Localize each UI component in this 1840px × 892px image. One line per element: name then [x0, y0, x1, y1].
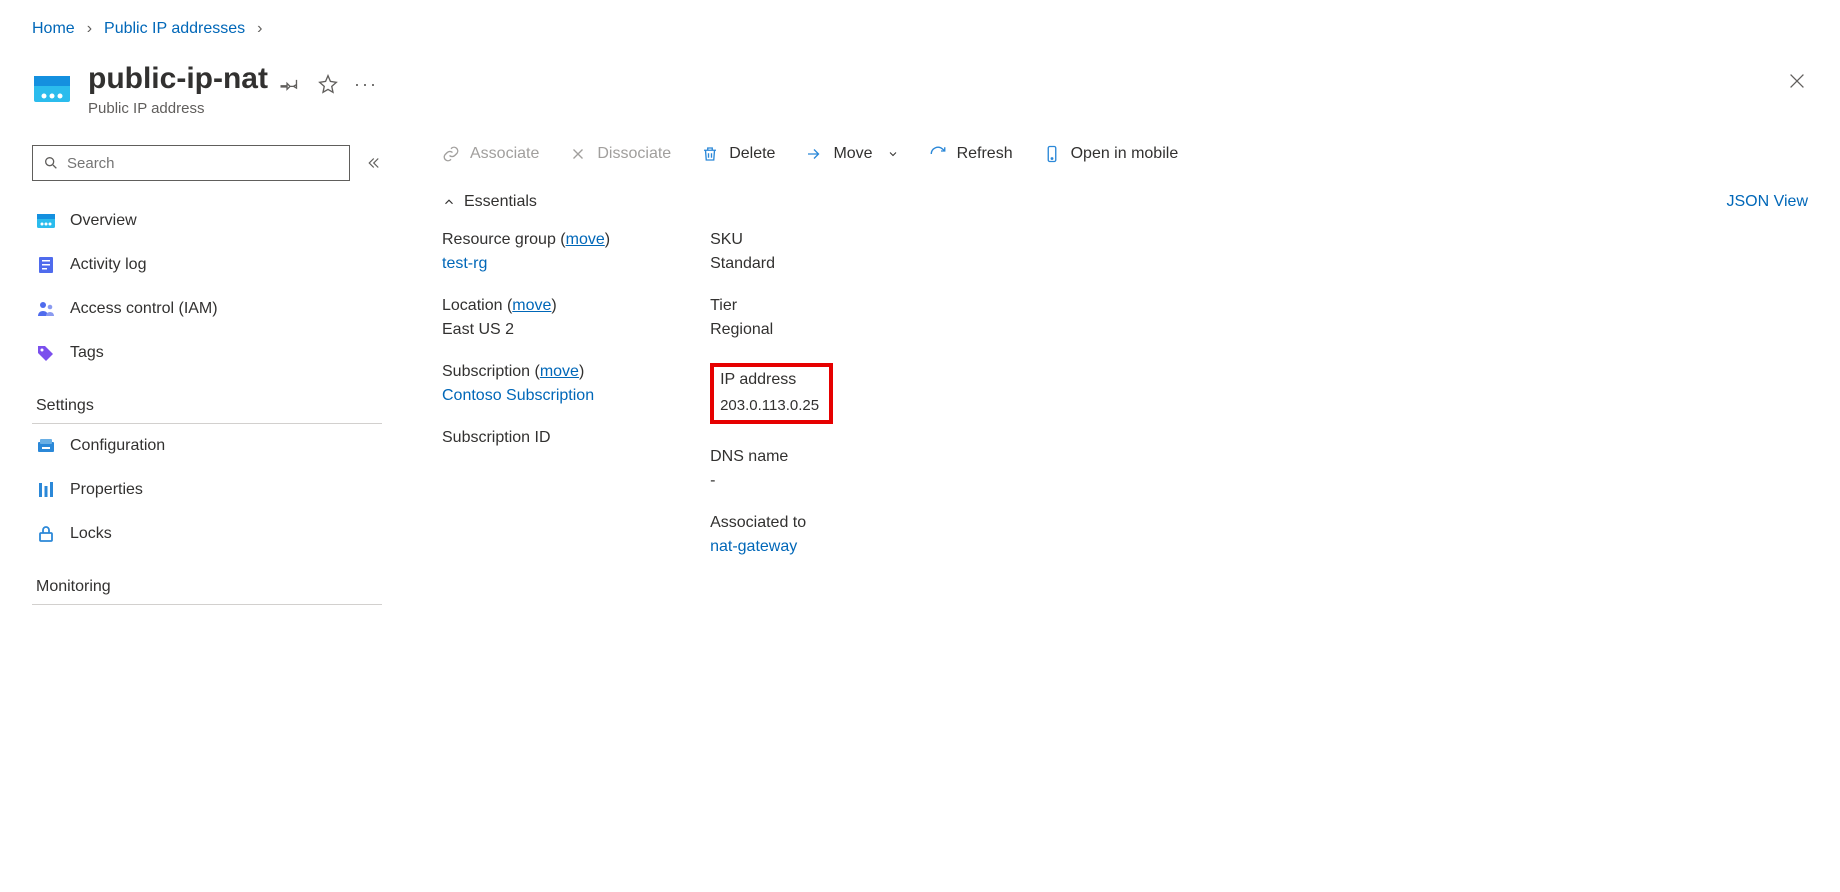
search-icon [43, 155, 59, 171]
breadcrumb: Home › Public IP addresses › [32, 20, 1808, 38]
chevron-up-icon [442, 195, 456, 209]
collapse-sidebar-icon[interactable] [364, 154, 382, 172]
more-icon[interactable]: ··· [356, 74, 376, 94]
sidebar-item-label: Activity log [70, 256, 146, 274]
move-link[interactable]: move [512, 297, 551, 314]
move-link[interactable]: move [540, 363, 579, 380]
refresh-button[interactable]: Refresh [929, 145, 1013, 163]
sidebar: Overview Activity log Access control (IA… [32, 145, 382, 605]
move-button[interactable]: Move [805, 145, 898, 163]
dissociate-button: Dissociate [569, 145, 671, 163]
activity-log-icon [36, 255, 56, 275]
link-icon [442, 145, 460, 163]
close-button[interactable] [1786, 70, 1808, 92]
chevron-right-icon: › [257, 20, 262, 38]
open-mobile-button[interactable]: Open in mobile [1043, 145, 1179, 163]
chevron-right-icon: › [87, 20, 92, 38]
breadcrumb-home[interactable]: Home [32, 20, 75, 38]
pin-icon[interactable] [280, 74, 300, 94]
sidebar-item-label: Overview [70, 212, 137, 230]
search-input[interactable] [67, 155, 339, 172]
field-subscription-id: Subscription ID [442, 429, 610, 447]
star-icon[interactable] [318, 74, 338, 94]
sidebar-item-access-control[interactable]: Access control (IAM) [32, 287, 382, 331]
sidebar-item-label: Tags [70, 344, 104, 362]
json-view-link[interactable]: JSON View [1726, 193, 1808, 211]
sidebar-item-activity-log[interactable]: Activity log [32, 243, 382, 287]
field-ip-address: IP address 203.0.113.0.25 [720, 371, 819, 414]
refresh-icon [929, 145, 947, 163]
sidebar-item-tags[interactable]: Tags [32, 331, 382, 375]
field-location: Location (move) East US 2 [442, 297, 610, 339]
sidebar-section-settings: Settings [32, 385, 382, 424]
command-bar: Associate Dissociate Delete Move Refresh [442, 145, 1808, 163]
locks-icon [36, 524, 56, 544]
configuration-icon [36, 436, 56, 456]
sidebar-item-configuration[interactable]: Configuration [32, 424, 382, 468]
tags-icon [36, 343, 56, 363]
field-dns-name: DNS name - [710, 448, 833, 490]
page-header: public-ip-nat ··· Public IP address [32, 62, 1808, 117]
overview-icon [36, 211, 56, 231]
subscription-link[interactable]: Contoso Subscription [442, 387, 610, 405]
essentials-panel: Resource group (move) test-rg Location (… [442, 231, 1808, 556]
field-tier: Tier Regional [710, 297, 833, 339]
mobile-icon [1043, 145, 1061, 163]
arrow-right-icon [805, 145, 823, 163]
associate-button: Associate [442, 145, 539, 163]
field-sku: SKU Standard [710, 231, 833, 273]
breadcrumb-parent[interactable]: Public IP addresses [104, 20, 245, 38]
resource-group-link[interactable]: test-rg [442, 255, 610, 273]
sidebar-search[interactable] [32, 145, 350, 181]
page-title: public-ip-nat [88, 62, 268, 96]
sidebar-item-overview[interactable]: Overview [32, 199, 382, 243]
move-link[interactable]: move [566, 231, 605, 248]
field-subscription: Subscription (move) Contoso Subscription [442, 363, 610, 405]
x-icon [569, 145, 587, 163]
properties-icon [36, 480, 56, 500]
sidebar-item-label: Configuration [70, 437, 165, 455]
sidebar-item-locks[interactable]: Locks [32, 512, 382, 556]
trash-icon [701, 145, 719, 163]
sidebar-item-label: Access control (IAM) [70, 300, 218, 318]
associated-resource-link[interactable]: nat-gateway [710, 538, 833, 556]
ip-address-highlight: IP address 203.0.113.0.25 [710, 363, 833, 424]
sidebar-item-properties[interactable]: Properties [32, 468, 382, 512]
delete-button[interactable]: Delete [701, 145, 775, 163]
sidebar-section-monitoring: Monitoring [32, 566, 382, 605]
content-pane: Associate Dissociate Delete Move Refresh [442, 145, 1808, 605]
resource-type-label: Public IP address [88, 100, 376, 117]
field-resource-group: Resource group (move) test-rg [442, 231, 610, 273]
chevron-down-icon [887, 148, 899, 160]
public-ip-icon [32, 68, 72, 108]
essentials-toggle[interactable]: Essentials [442, 193, 537, 211]
sidebar-item-label: Locks [70, 525, 112, 543]
sidebar-item-label: Properties [70, 481, 143, 499]
access-control-icon [36, 299, 56, 319]
field-associated-to: Associated to nat-gateway [710, 514, 833, 556]
